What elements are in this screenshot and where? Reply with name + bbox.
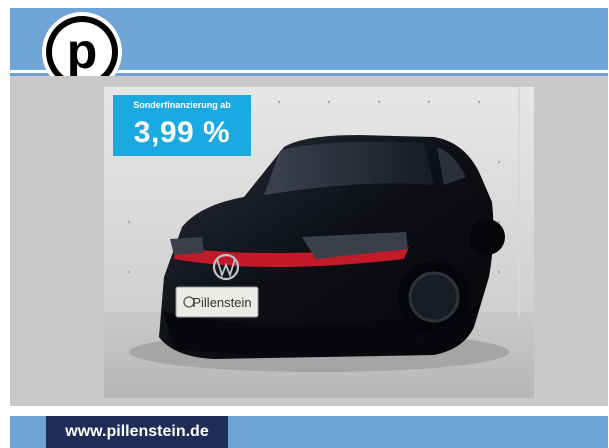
logo-letter: p (67, 23, 98, 79)
promo-title: Sonderfinanzierung ab (133, 100, 231, 110)
rear-wheel (469, 219, 505, 255)
promo-rate: 3,99 % (133, 116, 231, 149)
financing-promo-badge: Sonderfinanzierung ab 3,99 % (113, 95, 251, 156)
website-url[interactable]: www.pillenstein.de (46, 416, 228, 448)
license-plate: Pillenstein (175, 286, 259, 318)
plate-text: Pillenstein (192, 295, 251, 310)
headlight-left (170, 237, 204, 255)
